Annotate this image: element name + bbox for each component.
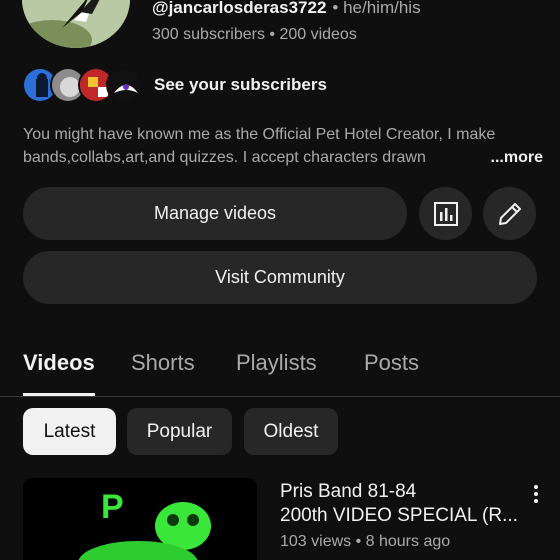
- kebab-menu-icon: [534, 485, 538, 503]
- analytics-button[interactable]: [419, 187, 472, 240]
- channel-pronouns: • he/him/his: [332, 0, 421, 17]
- chip-latest[interactable]: Latest: [23, 408, 116, 455]
- chip-oldest[interactable]: Oldest: [244, 408, 338, 455]
- channel-handle: @jancarlosderas3722: [152, 0, 327, 17]
- video-more-options-button[interactable]: [528, 484, 544, 506]
- manage-videos-button[interactable]: Manage videos: [23, 187, 407, 240]
- pencil-icon: [498, 202, 521, 225]
- tab-playlists[interactable]: Playlists: [236, 350, 317, 376]
- video-thumbnail[interactable]: P: [23, 478, 257, 560]
- tab-shorts[interactable]: Shorts: [131, 350, 195, 376]
- tab-posts[interactable]: Posts: [364, 350, 419, 376]
- video-title-line-1: Pris Band 81-84: [280, 481, 417, 502]
- description-line-2-text: bands,collabs,art,and quizzes. I accept …: [23, 149, 426, 166]
- channel-description[interactable]: You might have known me as the Official …: [23, 123, 543, 169]
- tabs-divider: [0, 396, 560, 397]
- description-line-1: You might have known me as the Official …: [23, 126, 496, 143]
- video-meta: 103 views • 8 hours ago: [280, 533, 451, 550]
- chip-popular[interactable]: Popular: [127, 408, 232, 455]
- see-subscribers-label: See your subscribers: [154, 75, 327, 94]
- description-line-2: bands,collabs,art,and quizzes. I accept …: [23, 146, 543, 169]
- analytics-icon: [433, 201, 458, 226]
- subscriber-avatar-4: [106, 67, 142, 103]
- see-subscribers-row[interactable]: See your subscribers: [22, 66, 327, 104]
- video-title[interactable]: Pris Band 81-84 200th VIDEO SPECIAL (R..…: [280, 480, 525, 528]
- thumbnail-letter: P: [101, 488, 124, 526]
- channel-stats: 300 subscribers • 200 videos: [152, 26, 357, 43]
- magpie-bird-avatar-icon: [22, 0, 130, 48]
- channel-avatar[interactable]: [22, 0, 130, 48]
- edit-channel-button[interactable]: [483, 187, 536, 240]
- slime-thumbnail-image: P: [23, 478, 257, 560]
- video-title-line-2: 200th VIDEO SPECIAL (R...: [280, 505, 518, 526]
- more-link[interactable]: ...more: [456, 146, 543, 169]
- visit-community-button[interactable]: Visit Community: [23, 251, 537, 304]
- tab-videos[interactable]: Videos: [23, 350, 95, 376]
- channel-handle-row: @jancarlosderas3722 • he/him/his: [152, 0, 421, 18]
